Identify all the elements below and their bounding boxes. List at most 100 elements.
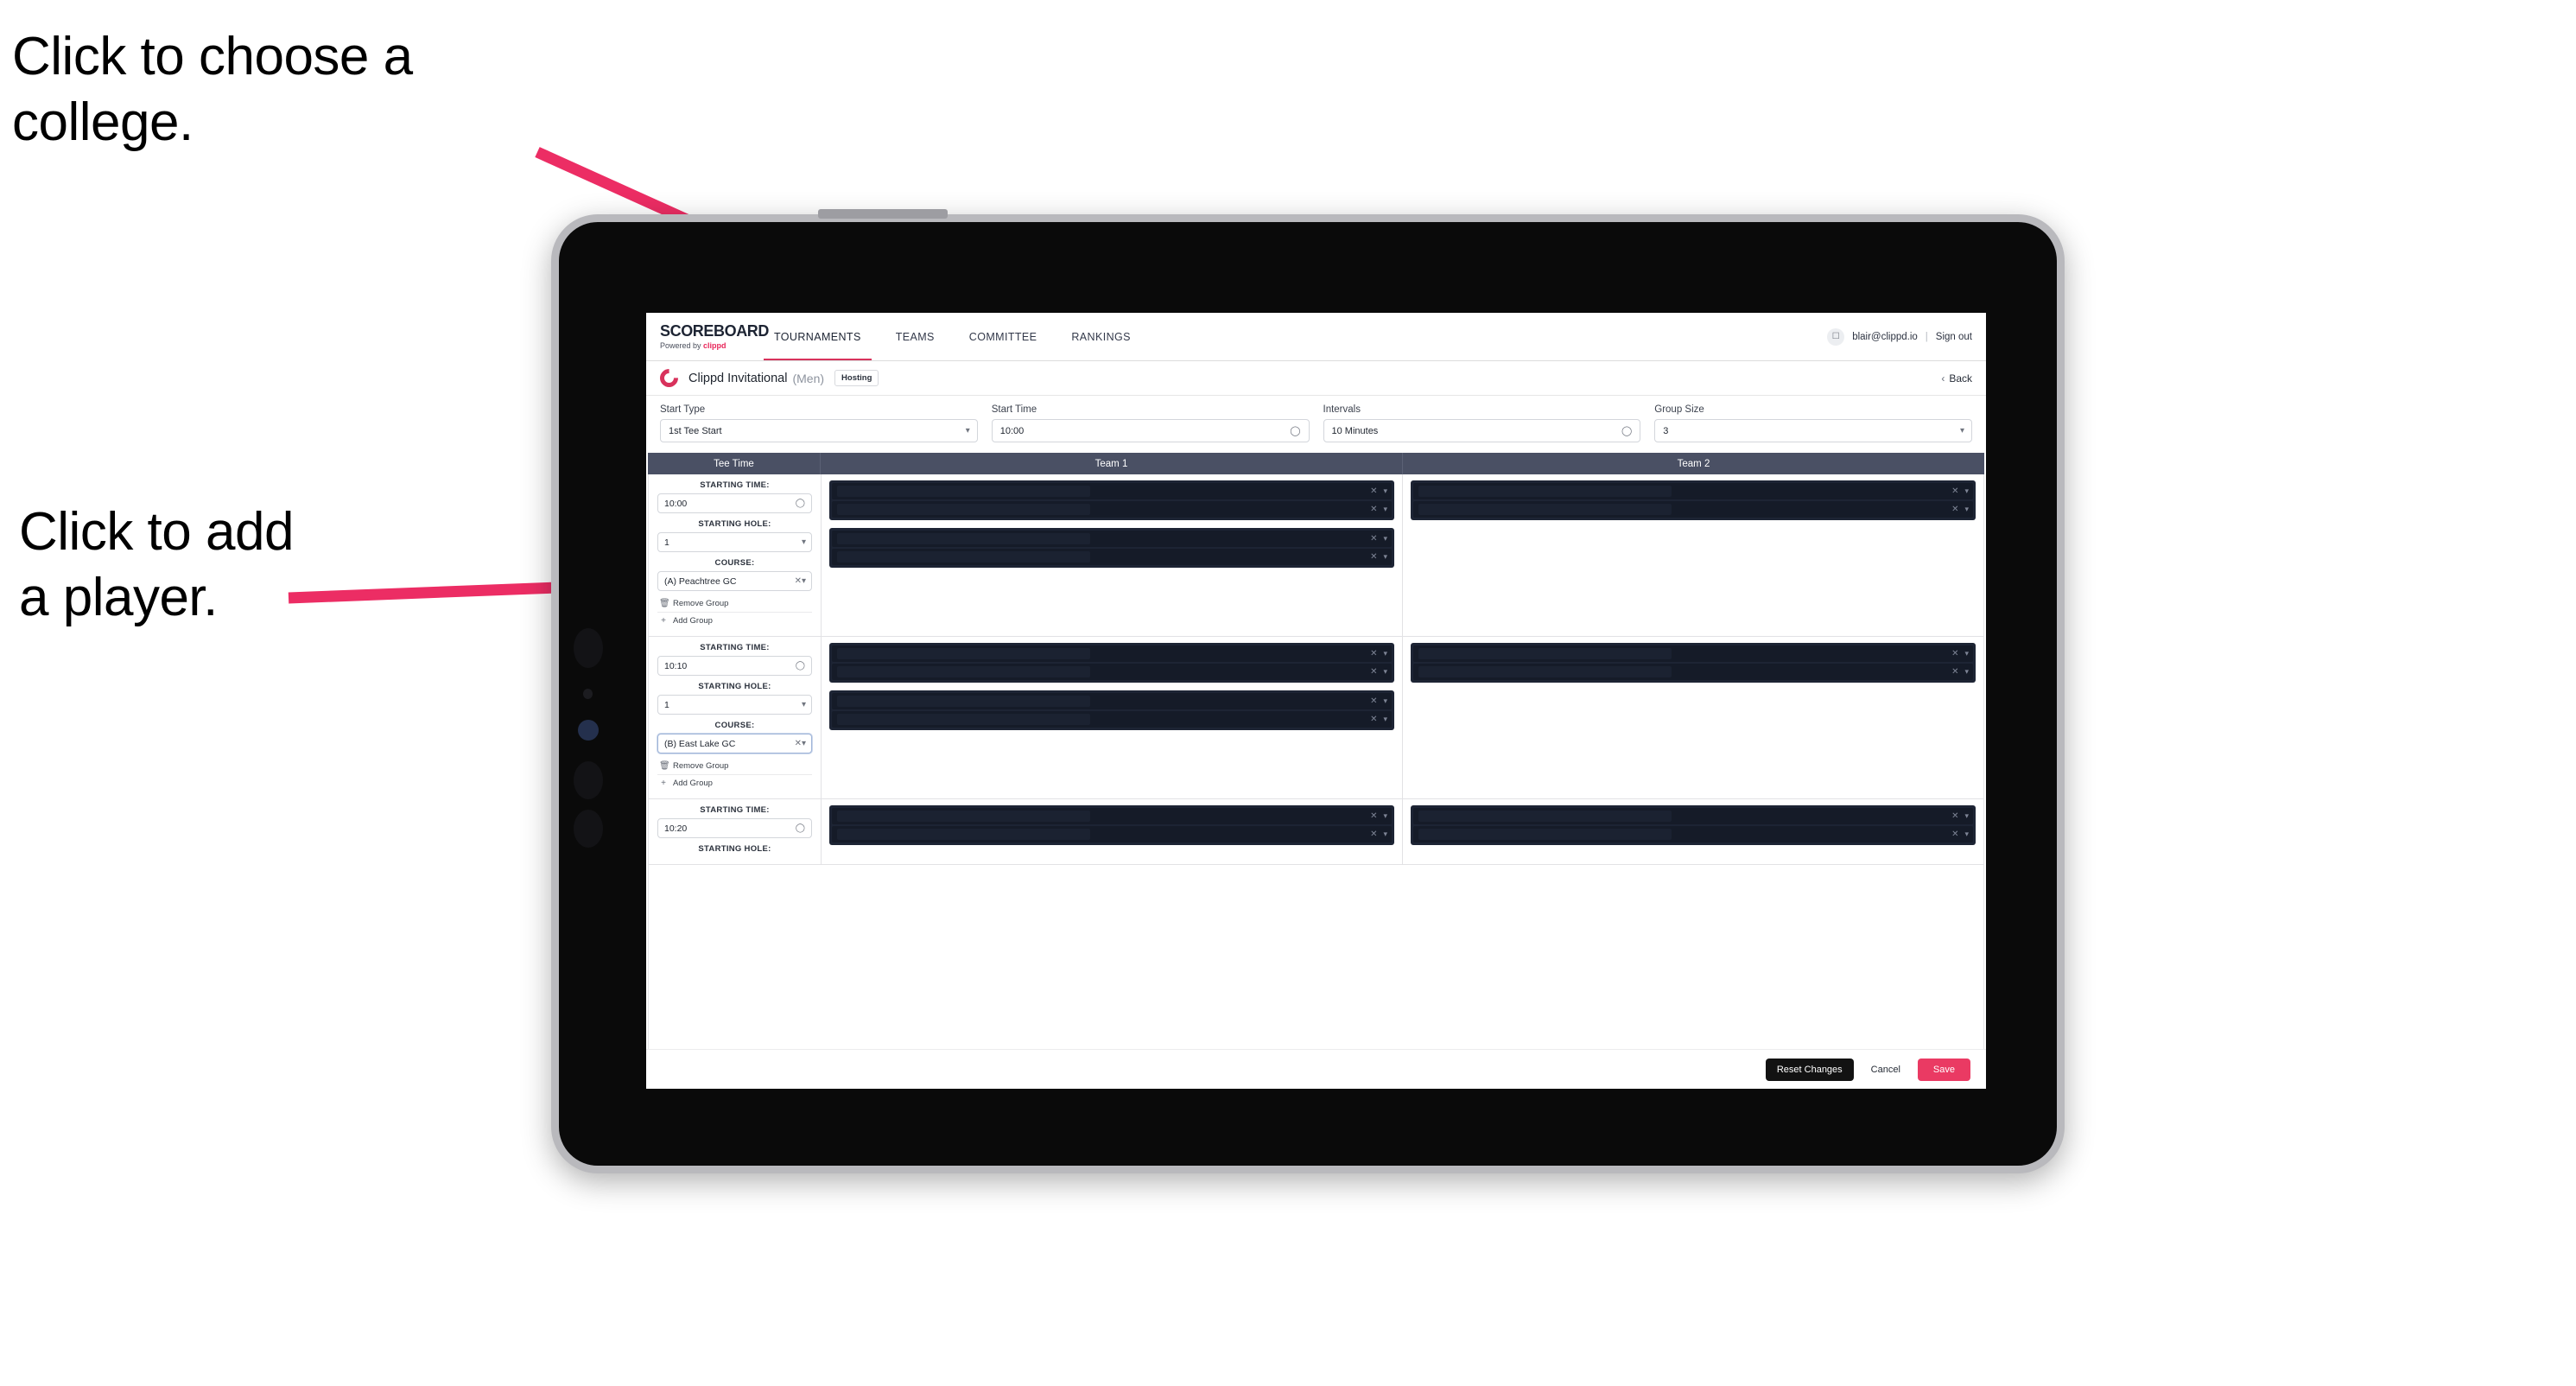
updown-stepper-icon[interactable]: ▾ [1383,715,1386,723]
player-slot-row[interactable]: ✕ ▾ [1413,826,1973,842]
add-group-button[interactable]: + Add Group [657,775,812,792]
updown-stepper-icon[interactable]: ▾ [1964,487,1968,495]
tee-time-group-row: STARTING TIME: 10:00 ◯ STARTING HOLE: 1 ▾ COUR… [649,474,1983,637]
player-slot-row[interactable]: ✕ ▾ [832,664,1392,680]
back-button[interactable]: ‹ Back [1941,372,1972,385]
start-type-select[interactable]: 1st Tee Start ▾ [660,419,978,442]
starting-time-input[interactable]: 10:10 ◯ [657,656,812,676]
player-slot-row[interactable]: ✕ ▾ [832,549,1392,565]
updown-stepper-icon[interactable]: ▾ [1960,426,1964,436]
group-size-value: 3 [1663,425,1669,436]
tab-committee[interactable]: COMMITTEE [952,313,1055,360]
starting-hole-input[interactable]: 1 ▾ [657,695,812,715]
player-slot-row[interactable]: ✕ ▾ [832,531,1392,547]
updown-stepper-icon[interactable]: ▾ [1964,812,1968,820]
start-time-input[interactable]: 10:00 ◯ [991,419,1310,442]
user-avatar-icon[interactable]: ☐ [1827,327,1845,346]
updown-stepper-icon[interactable]: ▾ [1964,650,1968,658]
clear-x-icon[interactable]: ✕ [1370,505,1377,514]
team-1-cell: ✕ ▾ ✕ ▾ ✕ ▾ ✕ ▾ [822,637,1403,798]
starting-hole-input[interactable]: 1 ▾ [657,532,812,552]
player-slot-row[interactable]: ✕ ▾ [832,693,1392,709]
clock-icon[interactable]: ◯ [796,661,805,671]
updown-stepper-icon[interactable]: ▾ [1383,697,1386,705]
clear-x-icon[interactable]: ✕ [1370,715,1377,724]
updown-stepper-icon[interactable]: ▾ [1383,505,1386,513]
clear-x-icon[interactable]: ✕ [795,576,802,586]
updown-stepper-icon[interactable]: ▾ [802,576,806,586]
tee-sheet-scroll-area[interactable]: STARTING TIME: 10:00 ◯ STARTING HOLE: 1 ▾ COUR… [648,474,1984,1049]
player-slot-row[interactable]: ✕ ▾ [1413,483,1973,499]
updown-stepper-icon[interactable]: ▾ [1383,650,1386,658]
updown-stepper-icon[interactable]: ▾ [802,700,806,709]
cancel-button[interactable]: Cancel [1866,1059,1906,1081]
player-name-redacted [837,714,1090,725]
tab-tournaments[interactable]: TOURNAMENTS [757,313,879,360]
updown-stepper-icon[interactable]: ▾ [1383,487,1386,495]
player-slot-row[interactable]: ✕ ▾ [1413,808,1973,824]
updown-stepper-icon[interactable]: ▾ [1383,668,1386,676]
clear-x-icon[interactable]: ✕ [1951,486,1958,496]
course-select[interactable]: (A) Peachtree GC ✕ ▾ [657,571,812,591]
course-select[interactable]: (B) East Lake GC ✕ ▾ [657,734,812,753]
clear-x-icon[interactable]: ✕ [1370,667,1377,677]
updown-stepper-icon[interactable]: ▾ [1383,830,1386,838]
player-slot-row[interactable]: ✕ ▾ [832,826,1392,842]
player-slot-row[interactable]: ✕ ▾ [1413,501,1973,518]
starting-time-input[interactable]: 10:00 ◯ [657,493,812,513]
clear-x-icon[interactable]: ✕ [1370,552,1377,562]
clear-x-icon[interactable]: ✕ [1370,486,1377,496]
tablet-volume-up-button[interactable] [574,761,603,799]
updown-stepper-icon[interactable]: ▾ [966,426,970,436]
clear-x-icon[interactable]: ✕ [1951,667,1958,677]
save-button[interactable]: Save [1917,1058,1970,1081]
clock-icon[interactable]: ◯ [1621,425,1632,436]
clear-x-icon[interactable]: ✕ [1370,811,1377,821]
updown-stepper-icon[interactable]: ▾ [1964,668,1968,676]
clock-icon[interactable]: ◯ [796,823,805,833]
player-slot-icons: ✕ ▾ [1951,649,1969,658]
clock-icon[interactable]: ◯ [1290,425,1300,436]
tournament-gender: (Men) [792,371,825,385]
updown-stepper-icon[interactable]: ▾ [802,739,806,748]
clear-x-icon[interactable]: ✕ [1370,830,1377,839]
reset-changes-button[interactable]: Reset Changes [1765,1058,1854,1081]
updown-stepper-icon[interactable]: ▾ [1383,553,1386,561]
player-slot-row[interactable]: ✕ ▾ [832,483,1392,499]
player-slot-row[interactable]: ✕ ▾ [832,501,1392,518]
player-slot-row[interactable]: ✕ ▾ [832,808,1392,824]
clear-x-icon[interactable]: ✕ [1951,811,1958,821]
scoreboard-logo[interactable]: SCOREBOARD Powered by clippd [660,313,769,360]
tab-teams[interactable]: TEAMS [879,313,952,360]
player-slot-row[interactable]: ✕ ▾ [832,645,1392,662]
player-slot-row[interactable]: ✕ ▾ [1413,664,1973,680]
clear-x-icon[interactable]: ✕ [1370,534,1377,544]
updown-stepper-icon[interactable]: ▾ [1383,812,1386,820]
clear-x-icon[interactable]: ✕ [1951,505,1958,514]
group-size-select[interactable]: 3 ▾ [1654,419,1972,442]
remove-group-button[interactable]: 🗑 Remove Group [657,595,812,613]
tablet-power-button[interactable] [818,209,948,219]
updown-stepper-icon[interactable]: ▾ [802,537,806,547]
updown-stepper-icon[interactable]: ▾ [1964,830,1968,838]
clear-x-icon[interactable]: ✕ [1951,830,1958,839]
updown-stepper-icon[interactable]: ▾ [1383,535,1386,543]
starting-time-input[interactable]: 10:20 ◯ [657,818,812,838]
clear-x-icon[interactable]: ✕ [795,739,802,748]
player-slot-row[interactable]: ✕ ▾ [832,711,1392,728]
clock-icon[interactable]: ◯ [796,499,805,508]
sign-out-link[interactable]: Sign out [1936,332,1972,342]
player-name-redacted [1418,504,1672,515]
tab-committee-label: COMMITTEE [968,330,1037,343]
tab-teams-label: TEAMS [895,330,935,343]
intervals-input[interactable]: 10 Minutes ◯ [1323,419,1641,442]
player-slot-row[interactable]: ✕ ▾ [1413,645,1973,662]
remove-group-button[interactable]: 🗑 Remove Group [657,758,812,775]
add-group-button[interactable]: + Add Group [657,613,812,629]
tab-rankings[interactable]: RANKINGS [1054,313,1148,360]
tablet-volume-down-button[interactable] [574,810,603,848]
clear-x-icon[interactable]: ✕ [1370,696,1377,706]
updown-stepper-icon[interactable]: ▾ [1964,505,1968,513]
clear-x-icon[interactable]: ✕ [1370,649,1377,658]
clear-x-icon[interactable]: ✕ [1951,649,1958,658]
